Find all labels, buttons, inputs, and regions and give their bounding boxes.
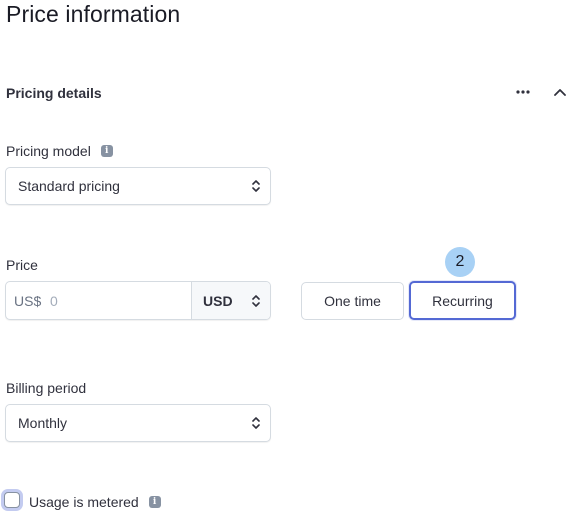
billing-period-label: Billing period bbox=[6, 380, 87, 396]
select-chevron-icon bbox=[252, 180, 260, 192]
usage-metered-label-row: Usage is metered i bbox=[29, 493, 161, 511]
pricing-model-selected-value: Standard pricing bbox=[18, 178, 120, 194]
pricing-model-label-row: Pricing model i bbox=[6, 142, 113, 160]
info-icon[interactable]: i bbox=[100, 145, 113, 158]
more-horizontal-icon bbox=[516, 90, 530, 94]
select-chevron-icon bbox=[252, 417, 260, 429]
currency-selected-value: USD bbox=[203, 292, 233, 309]
usage-metered-checkbox[interactable] bbox=[4, 492, 20, 508]
pricing-model-select[interactable]: Standard pricing bbox=[5, 167, 271, 205]
price-amount-input[interactable] bbox=[50, 291, 180, 311]
page-title: Price information bbox=[6, 1, 181, 27]
currency-select[interactable]: USD bbox=[191, 282, 270, 319]
chevron-up-icon bbox=[554, 89, 566, 96]
section-title-pricing-details: Pricing details bbox=[6, 85, 102, 101]
more-options-button[interactable] bbox=[511, 82, 535, 102]
pricing-model-label: Pricing model bbox=[6, 143, 91, 159]
info-icon[interactable]: i bbox=[148, 496, 161, 509]
collapse-section-button[interactable] bbox=[549, 81, 568, 103]
price-label: Price bbox=[6, 257, 38, 273]
recurring-button[interactable]: Recurring bbox=[409, 281, 516, 320]
one-time-button[interactable]: One time bbox=[301, 282, 404, 320]
billing-period-select[interactable]: Monthly bbox=[5, 404, 271, 442]
currency-prefix: US$ bbox=[14, 293, 42, 309]
billing-period-selected-value: Monthly bbox=[18, 415, 68, 431]
price-input-group: US$ USD bbox=[5, 281, 271, 320]
step-number-badge: 2 bbox=[445, 247, 475, 277]
select-chevron-icon bbox=[252, 294, 260, 307]
usage-metered-label[interactable]: Usage is metered bbox=[29, 494, 139, 510]
